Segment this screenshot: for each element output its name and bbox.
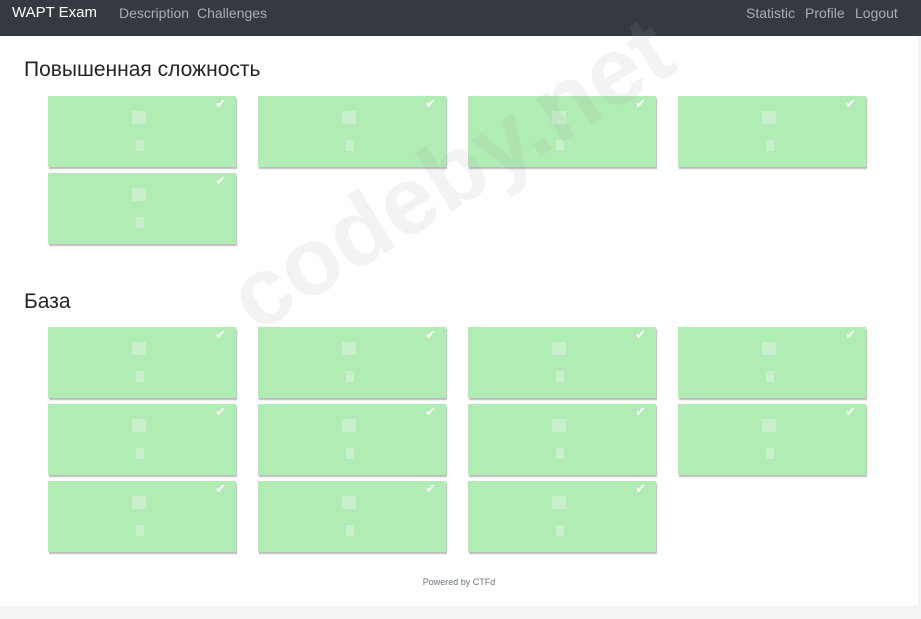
challenge-points-redacted (136, 448, 144, 459)
challenge-card[interactable]: ✔ (48, 404, 236, 475)
section-title-base: База (24, 290, 71, 313)
nav-link-description[interactable]: Description (119, 5, 189, 21)
nav-link-challenges[interactable]: Challenges (197, 5, 267, 21)
solved-check-icon: ✔ (215, 405, 226, 420)
challenge-name-redacted (342, 111, 356, 124)
challenge-card[interactable]: ✔ (258, 96, 446, 167)
challenges-board: Повышенная сложность ✔ ✔ ✔ ✔ ✔ База ✔ ✔ ✔ ✔ ✔ ✔ ✔ ✔… (0, 36, 918, 606)
nav-link-profile[interactable]: Profile (805, 5, 845, 21)
challenge-card[interactable]: ✔ (48, 173, 236, 244)
challenge-card[interactable]: ✔ (678, 404, 866, 475)
challenge-name-redacted (132, 188, 146, 201)
challenge-card[interactable]: ✔ (468, 327, 656, 398)
challenge-name-redacted (552, 111, 566, 124)
top-navbar: WAPT Exam Description Challenges Statist… (0, 0, 921, 36)
nav-link-logout[interactable]: Logout (855, 5, 898, 21)
challenge-name-redacted (762, 342, 776, 355)
challenge-name-redacted (132, 111, 146, 124)
solved-check-icon: ✔ (635, 97, 646, 112)
challenge-name-redacted (342, 342, 356, 355)
challenge-points-redacted (136, 217, 144, 228)
brand-link[interactable]: WAPT Exam (12, 4, 97, 21)
solved-check-icon: ✔ (635, 405, 646, 420)
challenge-points-redacted (346, 140, 354, 151)
section-title-advanced: Повышенная сложность (24, 58, 261, 81)
solved-check-icon: ✔ (215, 97, 226, 112)
challenge-points-redacted (136, 371, 144, 382)
challenge-name-redacted (132, 419, 146, 432)
challenge-name-redacted (342, 496, 356, 509)
challenge-card[interactable]: ✔ (258, 404, 446, 475)
challenge-points-redacted (766, 140, 774, 151)
challenge-card[interactable]: ✔ (48, 327, 236, 398)
challenge-name-redacted (552, 342, 566, 355)
challenge-name-redacted (132, 496, 146, 509)
footer-powered-by[interactable]: Powered by CTFd (0, 577, 918, 587)
solved-check-icon: ✔ (635, 328, 646, 343)
solved-check-icon: ✔ (425, 328, 436, 343)
challenge-points-redacted (766, 448, 774, 459)
challenge-points-redacted (556, 448, 564, 459)
challenge-points-redacted (346, 525, 354, 536)
solved-check-icon: ✔ (845, 328, 856, 343)
solved-check-icon: ✔ (215, 328, 226, 343)
challenge-name-redacted (762, 111, 776, 124)
solved-check-icon: ✔ (425, 405, 436, 420)
challenge-points-redacted (766, 371, 774, 382)
solved-check-icon: ✔ (215, 482, 226, 497)
challenge-points-redacted (556, 140, 564, 151)
challenge-card[interactable]: ✔ (678, 96, 866, 167)
solved-check-icon: ✔ (425, 97, 436, 112)
solved-check-icon: ✔ (425, 482, 436, 497)
challenge-card[interactable]: ✔ (258, 481, 446, 552)
challenge-name-redacted (132, 342, 146, 355)
nav-link-statistic[interactable]: Statistic (746, 5, 795, 21)
challenge-points-redacted (136, 525, 144, 536)
challenge-points-redacted (346, 448, 354, 459)
challenge-card[interactable]: ✔ (468, 404, 656, 475)
challenge-points-redacted (556, 525, 564, 536)
challenge-card[interactable]: ✔ (678, 327, 866, 398)
challenge-points-redacted (556, 371, 564, 382)
challenge-name-redacted (762, 419, 776, 432)
challenge-name-redacted (552, 496, 566, 509)
solved-check-icon: ✔ (635, 482, 646, 497)
challenge-card[interactable]: ✔ (468, 96, 656, 167)
challenge-name-redacted (342, 419, 356, 432)
solved-check-icon: ✔ (845, 97, 856, 112)
solved-check-icon: ✔ (845, 405, 856, 420)
challenge-card[interactable]: ✔ (48, 481, 236, 552)
solved-check-icon: ✔ (215, 174, 226, 189)
challenge-card[interactable]: ✔ (468, 481, 656, 552)
challenge-card[interactable]: ✔ (258, 327, 446, 398)
challenge-points-redacted (346, 371, 354, 382)
challenge-name-redacted (552, 419, 566, 432)
challenge-card[interactable]: ✔ (48, 96, 236, 167)
challenge-points-redacted (136, 140, 144, 151)
